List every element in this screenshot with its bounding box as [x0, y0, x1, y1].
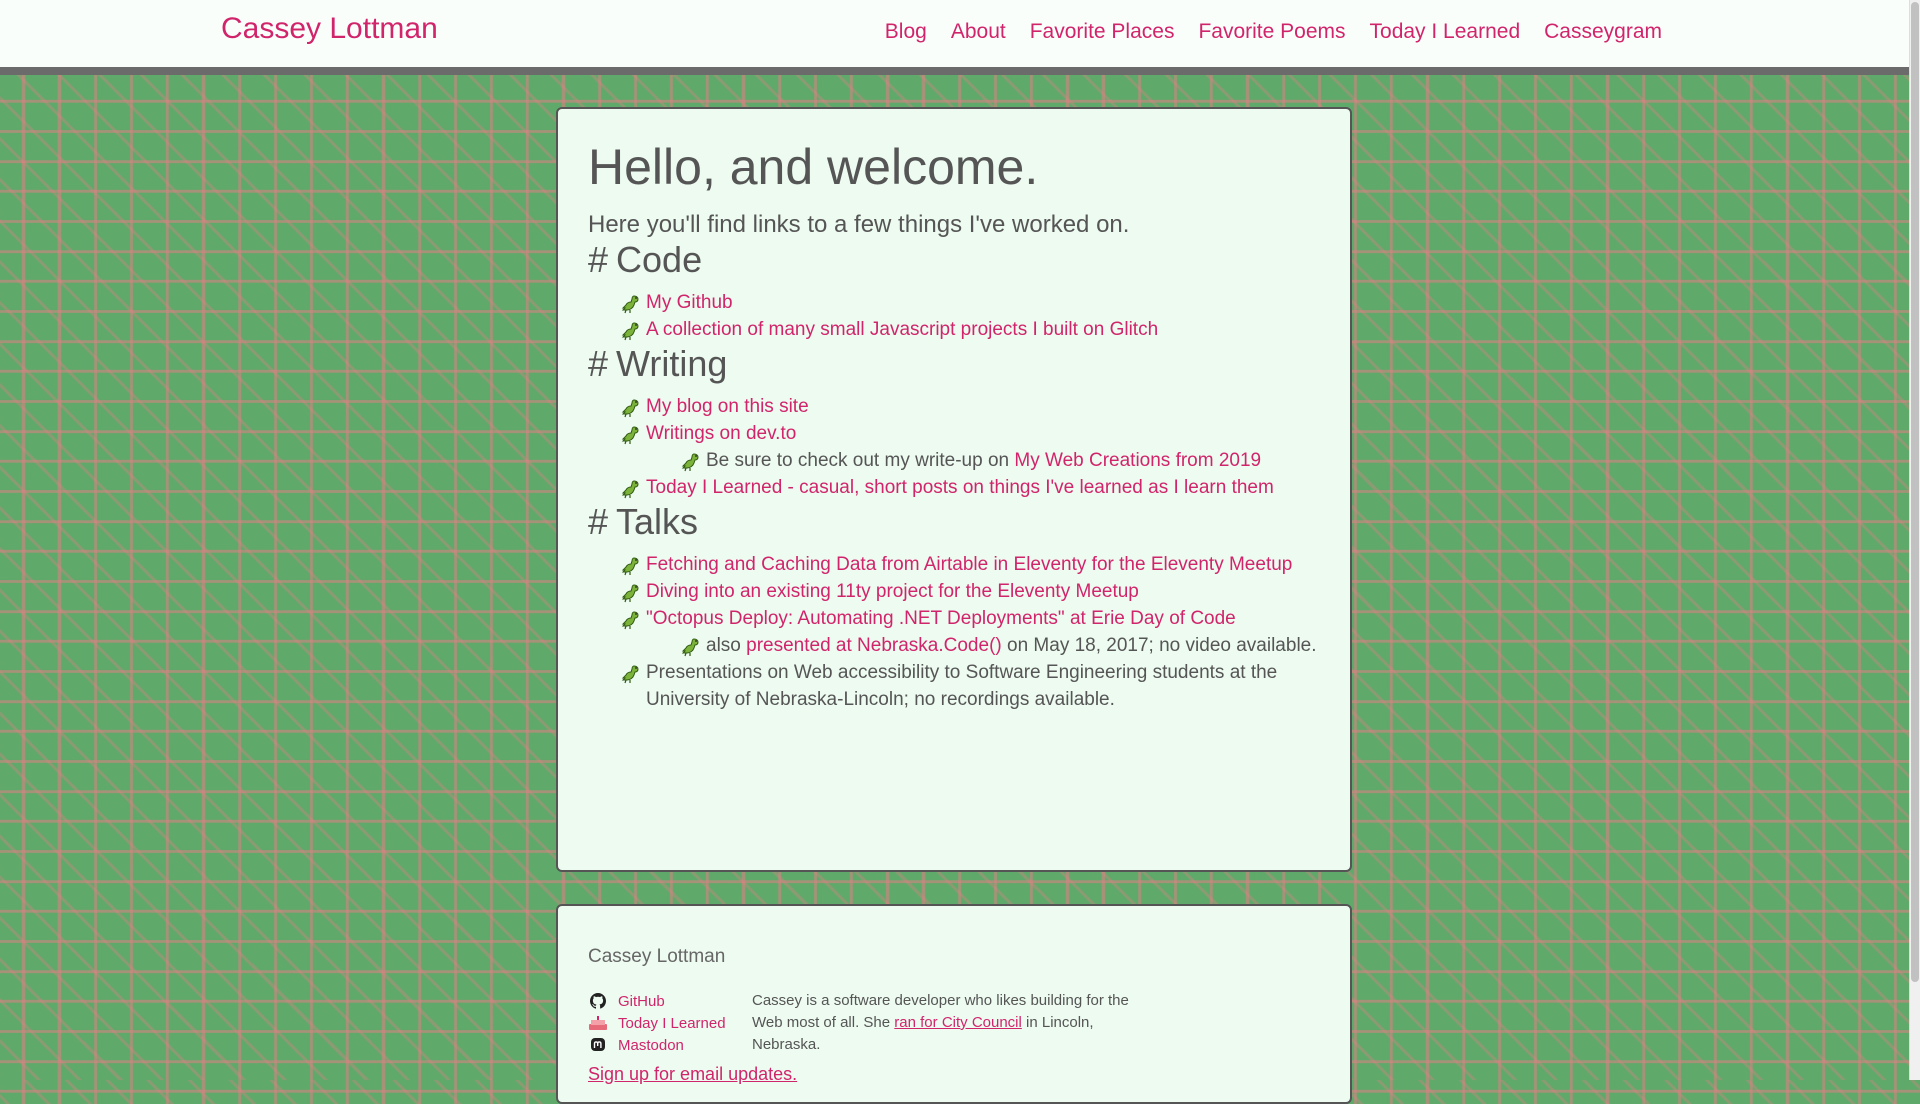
footer-card: Cassey Lottman GitHub Today I Learned Ma…: [556, 904, 1352, 1104]
link-dev-to[interactable]: Writings on dev.to: [646, 423, 796, 444]
mastodon-icon: [588, 1036, 608, 1054]
footer-name: Cassey Lottman: [588, 946, 726, 967]
code-list: My Github A collection of many small Jav…: [588, 289, 1320, 343]
section-heading-talks: # Talks: [588, 501, 1320, 543]
section-heading-text: Code: [616, 239, 703, 280]
list-item: Writings on dev.to Be sure to check out …: [620, 420, 1320, 474]
list-item: Presentations on Web accessibility to So…: [620, 659, 1320, 713]
link-today-i-learned[interactable]: Today I Learned - casual, short posts on…: [646, 477, 1274, 498]
footer-til-link[interactable]: Today I Learned: [618, 1015, 726, 1032]
site-header: Cassey Lottman Blog About Favorite Place…: [0, 0, 1910, 75]
dinosaur-icon: [620, 479, 642, 499]
hash-symbol: #: [588, 501, 609, 542]
list-item: Diving into an existing 11ty project for…: [620, 578, 1320, 605]
site-brand-link[interactable]: Cassey Lottman: [221, 12, 438, 46]
hash-symbol: #: [588, 239, 609, 280]
item-text: also: [706, 635, 747, 656]
link-my-github[interactable]: My Github: [646, 292, 733, 313]
nav-blog[interactable]: Blog: [885, 20, 927, 44]
main-card: Hello, and welcome. Here you'll find lin…: [556, 107, 1352, 872]
hash-symbol: #: [588, 343, 609, 384]
link-11ty-talk[interactable]: Diving into an existing 11ty project for…: [646, 581, 1139, 602]
nav-favorite-places[interactable]: Favorite Places: [1030, 20, 1175, 44]
intro-text: Here you'll find links to a few things I…: [588, 211, 1130, 238]
footer-link-row: Mastodon: [588, 1034, 752, 1056]
dinosaur-icon: [620, 398, 642, 418]
link-web-creations-2019[interactable]: My Web Creations from 2019: [1014, 450, 1261, 471]
nested-list: also presented at Nebraska.Code() on May…: [646, 632, 1320, 659]
footer-link-row: GitHub: [588, 990, 752, 1012]
section-heading-text: Writing: [616, 343, 728, 384]
section-heading-text: Talks: [616, 501, 699, 542]
city-council-link[interactable]: ran for City Council: [894, 1014, 1022, 1031]
list-item: A collection of many small Javascript pr…: [620, 316, 1320, 343]
list-item: Today I Learned - casual, short posts on…: [620, 474, 1320, 501]
footer-github-link[interactable]: GitHub: [618, 993, 665, 1010]
nav-favorite-poems[interactable]: Favorite Poems: [1198, 20, 1345, 44]
footer-bio: Cassey is a software developer who likes…: [752, 990, 1132, 1056]
writing-list: My blog on this site Writings on dev.to …: [588, 393, 1320, 501]
github-icon: [588, 992, 608, 1010]
dinosaur-icon: [620, 294, 642, 314]
nav-casseygram[interactable]: Casseygram: [1544, 20, 1662, 44]
list-item: Be sure to check out my write-up on My W…: [680, 447, 1320, 474]
dinosaur-icon: [680, 452, 702, 472]
item-text: Presentations on Web accessibility to So…: [646, 662, 1278, 710]
link-my-blog[interactable]: My blog on this site: [646, 396, 809, 417]
dinosaur-icon: [680, 637, 702, 657]
dinosaur-icon: [620, 556, 642, 576]
top-nav: Blog About Favorite Places Favorite Poem…: [885, 20, 1662, 44]
section-heading-code: # Code: [588, 239, 1320, 281]
email-signup-link[interactable]: Sign up for email updates.: [588, 1064, 797, 1084]
list-item: My blog on this site: [620, 393, 1320, 420]
link-glitch-projects[interactable]: A collection of many small Javascript pr…: [646, 319, 1158, 340]
item-text: Be sure to check out my write-up on: [706, 450, 1015, 471]
scrollbar-thumb[interactable]: [1911, 2, 1919, 982]
item-text: on May 18, 2017; no video available.: [1001, 635, 1317, 656]
nav-about[interactable]: About: [951, 20, 1006, 44]
section-heading-writing: # Writing: [588, 343, 1320, 385]
nested-list: Be sure to check out my write-up on My W…: [646, 447, 1320, 474]
dinosaur-icon: [620, 583, 642, 603]
page: Cassey Lottman Blog About Favorite Place…: [0, 0, 1910, 1104]
list-item: also presented at Nebraska.Code() on May…: [680, 632, 1320, 659]
page-title: Hello, and welcome.: [588, 139, 1039, 195]
dinosaur-icon: [620, 425, 642, 445]
link-airtable-talk[interactable]: Fetching and Caching Data from Airtable …: [646, 554, 1292, 575]
list-item: Fetching and Caching Data from Airtable …: [620, 551, 1320, 578]
link-nebraska-code[interactable]: presented at Nebraska.Code(): [746, 635, 1002, 656]
list-item: "Octopus Deploy: Automating .NET Deploym…: [620, 605, 1320, 659]
dinosaur-icon: [620, 610, 642, 630]
dinosaur-icon: [620, 321, 642, 341]
link-octopus-deploy-talk[interactable]: "Octopus Deploy: Automating .NET Deploym…: [646, 608, 1236, 629]
nav-today-i-learned[interactable]: Today I Learned: [1370, 20, 1521, 44]
scrollbar[interactable]: [1909, 0, 1920, 1080]
dinosaur-icon: [620, 664, 642, 684]
footer-columns: GitHub Today I Learned Mastodon Cassey i…: [588, 990, 1320, 1056]
signup-row: Sign up for email updates.: [588, 1064, 1320, 1085]
list-item: My Github: [620, 289, 1320, 316]
talks-list: Fetching and Caching Data from Airtable …: [588, 551, 1320, 713]
footer-link-row: Today I Learned: [588, 1012, 752, 1034]
footer-mastodon-link[interactable]: Mastodon: [618, 1037, 684, 1054]
cake-icon: [588, 1014, 608, 1032]
footer-links: GitHub Today I Learned Mastodon: [588, 990, 752, 1056]
